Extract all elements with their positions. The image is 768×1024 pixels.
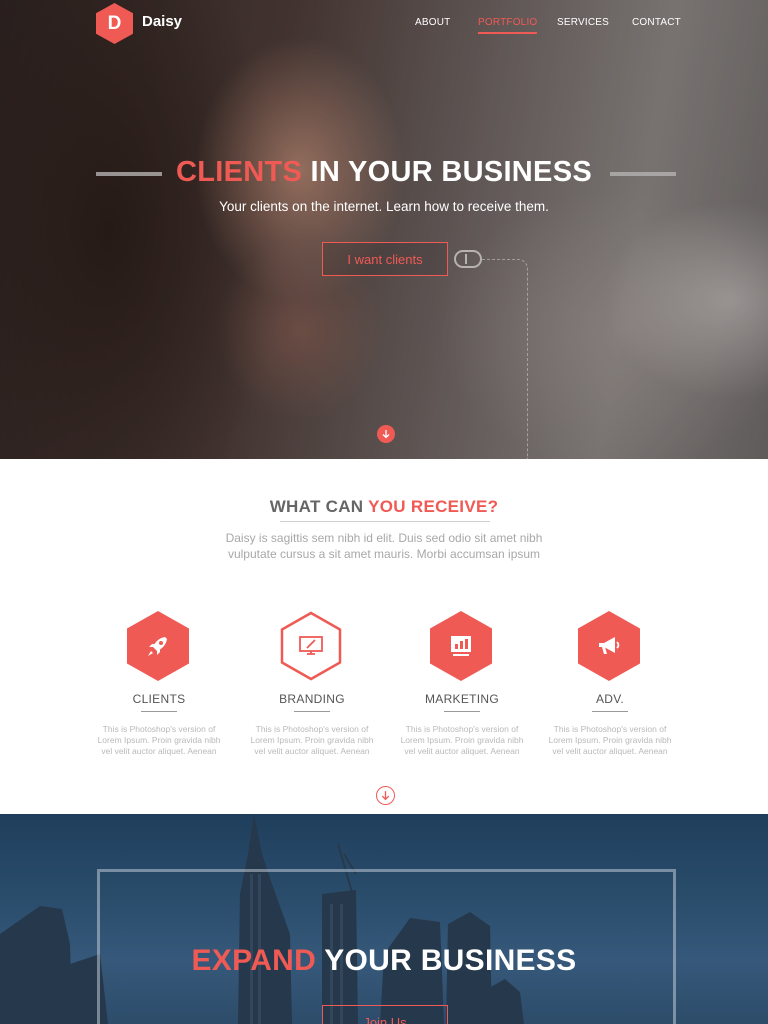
expand-section: EXPAND YOUR BUSINESS Join Us <box>0 814 768 1024</box>
feature-description: This is Photoshop's version of Lorem Ips… <box>97 724 221 756</box>
expand-title-accent: EXPAND <box>191 944 317 977</box>
feature-description: This is Photoshop's version of Lorem Ips… <box>250 724 374 756</box>
scroll-down-icon[interactable] <box>377 425 395 443</box>
monitor-pen-icon[interactable] <box>280 611 342 681</box>
hero-title-rest: IN YOUR BUSINESS <box>302 156 592 188</box>
mouse-scroll-icon <box>454 250 482 268</box>
nav-services[interactable]: SERVICES <box>557 17 609 28</box>
arrow-down-icon[interactable] <box>376 786 395 805</box>
hero-title-accent: CLIENTS <box>176 156 303 188</box>
hero-title: CLIENTS IN YOUR BUSINESS <box>0 156 768 189</box>
main-nav: ABOUT PORTFOLIO SERVICES CONTACT <box>0 17 768 37</box>
expand-title: EXPAND YOUR BUSINESS <box>0 944 768 978</box>
section-title-plain: WHAT CAN <box>269 497 369 516</box>
join-us-button[interactable]: Join Us <box>322 1005 448 1024</box>
feature-title: CLIENTS <box>132 692 186 706</box>
section-description: Daisy is sagittis sem nibh id elit. Duis… <box>225 531 543 561</box>
nav-contact[interactable]: CONTACT <box>632 17 681 28</box>
section-title-accent: YOU RECEIVE? <box>368 497 499 516</box>
feature-title: MARKETING <box>424 692 500 706</box>
chart-screen-icon[interactable] <box>430 611 492 681</box>
rocket-icon[interactable] <box>127 611 189 681</box>
megaphone-icon[interactable] <box>578 611 640 681</box>
feature-title: BRANDING <box>279 692 345 706</box>
section-title-underline <box>280 521 490 522</box>
feature-divider <box>444 711 480 712</box>
feature-description: This is Photoshop's version of Lorem Ips… <box>400 724 524 756</box>
hero-subtitle: Your clients on the internet. Learn how … <box>219 199 549 214</box>
expand-title-rest: YOUR BUSINESS <box>316 944 577 977</box>
feature-divider <box>141 711 177 712</box>
nav-about[interactable]: ABOUT <box>415 17 450 28</box>
features-section: WHAT CAN YOU RECEIVE? Daisy is sagittis … <box>0 459 768 814</box>
feature-description: This is Photoshop's version of Lorem Ips… <box>548 724 672 756</box>
hero-section: D Daisy ABOUT PORTFOLIO SERVICES CONTACT… <box>0 0 768 459</box>
feature-divider <box>294 711 330 712</box>
feature-divider <box>592 711 628 712</box>
feature-title: ADV. <box>595 692 625 706</box>
section-title: WHAT CAN YOU RECEIVE? <box>0 497 768 517</box>
nav-portfolio[interactable]: PORTFOLIO <box>478 17 538 34</box>
i-want-clients-button[interactable]: I want clients <box>322 242 448 276</box>
dashed-connector <box>482 259 528 459</box>
